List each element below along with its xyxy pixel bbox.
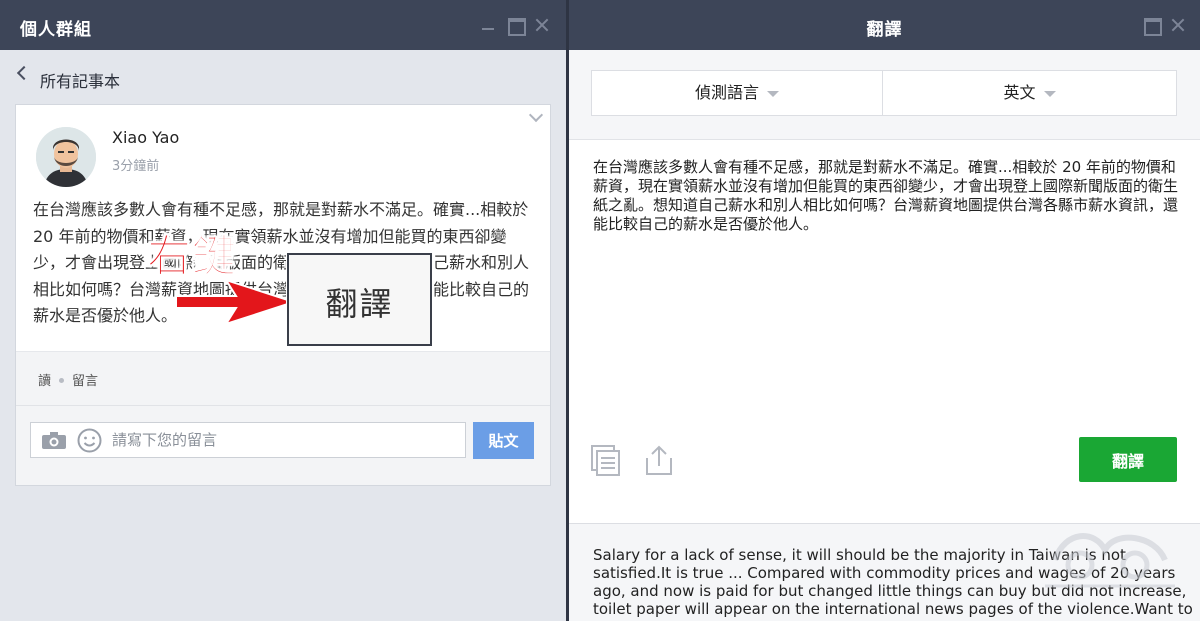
close-icon[interactable] — [533, 16, 551, 34]
separator-dot — [59, 378, 65, 383]
translate-window-title: 翻譯 — [866, 20, 903, 40]
share-icon[interactable] — [644, 444, 674, 476]
translate-button[interactable]: 翻譯 — [1079, 437, 1177, 482]
target-language-select[interactable]: 英文 — [882, 70, 1177, 116]
maximize-icon[interactable] — [1142, 16, 1162, 36]
translate-titlebar: 翻譯 — [569, 0, 1200, 50]
source-language-label: 偵測語言 — [694, 83, 759, 102]
watermark-logo — [1045, 533, 1175, 588]
post-timestamp: 3分鐘前 — [112, 159, 160, 174]
panel-divider — [569, 139, 1200, 140]
context-menu: 翻譯 — [287, 253, 432, 346]
group-titlebar: 個人群組 — [0, 0, 566, 50]
post-comment-button[interactable]: 貼文 — [473, 422, 534, 459]
avatar[interactable] — [36, 127, 96, 187]
minimize-icon[interactable] — [479, 16, 497, 34]
back-to-all-notes-link[interactable]: 所有記事本 — [40, 68, 120, 92]
caret-down-icon — [1043, 90, 1056, 97]
camera-icon[interactable] — [42, 432, 66, 449]
footer-divider — [16, 405, 550, 406]
target-language-label: 英文 — [1003, 83, 1036, 102]
post-author[interactable]: Xiao Yao — [112, 128, 179, 147]
smile-icon[interactable] — [77, 428, 102, 453]
source-text-area[interactable]: 在台灣應該多數人會有種不足感，那就是對薪水不滿足。確實...相較於 20 年前的… — [593, 158, 1183, 234]
comment-input[interactable] — [112, 428, 452, 452]
maximize-icon[interactable] — [506, 16, 526, 36]
comment-action[interactable]: 留言 — [72, 374, 98, 389]
caret-down-icon — [767, 90, 779, 97]
group-window-title: 個人群組 — [20, 20, 92, 40]
annotation-arrow — [176, 278, 296, 326]
source-language-select[interactable]: 偵測語言 — [591, 70, 883, 116]
close-icon[interactable] — [1169, 16, 1187, 34]
copy-icon[interactable] — [590, 444, 622, 476]
post-actions: 讀 留言 — [38, 370, 98, 389]
read-action[interactable]: 讀 — [38, 374, 51, 389]
context-menu-translate[interactable]: 翻譯 — [289, 279, 430, 325]
